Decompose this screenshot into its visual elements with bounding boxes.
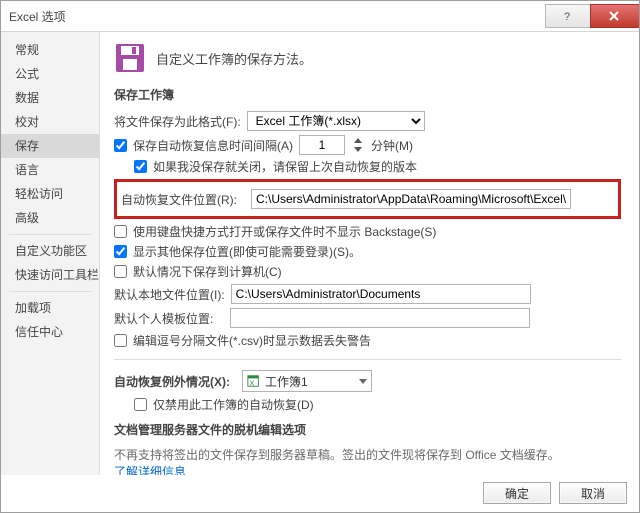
csv-warn-label: 编辑逗号分隔文件(*.csv)时显示数据丢失警告 (133, 332, 371, 349)
nav-proofing[interactable]: 校对 (1, 110, 99, 134)
ok-button[interactable]: 确定 (483, 482, 551, 504)
no-backstage-checkbox[interactable] (114, 225, 127, 238)
csv-warn-checkbox[interactable] (114, 334, 127, 347)
keep-last-checkbox[interactable] (134, 160, 147, 173)
section-save-title: 保存工作簿 (114, 86, 621, 103)
nav-save[interactable]: 保存 (1, 134, 99, 158)
nav-language[interactable]: 语言 (1, 158, 99, 182)
nav-separator-2 (9, 291, 91, 292)
default-local-loc-label: 默认本地文件位置(I): (114, 286, 225, 303)
nav-customize-ribbon[interactable]: 自定义功能区 (1, 239, 99, 263)
format-label: 将文件保存为此格式(F): (114, 113, 241, 130)
default-local-loc-input[interactable] (231, 284, 531, 304)
spinner-down-icon[interactable] (351, 145, 365, 154)
main-panel: 自定义工作簿的保存方法。 保存工作簿 将文件保存为此格式(F): Excel 工… (100, 32, 639, 475)
keep-last-label: 如果我没保存就关闭，请保留上次自动恢复的版本 (153, 158, 417, 175)
default-local-checkbox[interactable] (114, 265, 127, 278)
nav-ease[interactable]: 轻松访问 (1, 182, 99, 206)
highlight-box: 自动恢复文件位置(R): (114, 179, 621, 219)
svg-text:X: X (250, 380, 255, 387)
nav-advanced[interactable]: 高级 (1, 206, 99, 230)
autorecover-loc-input[interactable] (251, 189, 571, 209)
workbook-icon: X (247, 374, 261, 388)
default-template-loc-label: 默认个人模板位置: (114, 310, 224, 327)
nav-addins[interactable]: 加载项 (1, 296, 99, 320)
nav-general[interactable]: 常规 (1, 38, 99, 62)
autosave-label: 保存自动恢复信息时间间隔(A) (133, 137, 293, 154)
autosave-checkbox[interactable] (114, 139, 127, 152)
offline-section-title: 文档管理服务器文件的脱机编辑选项 (114, 421, 621, 438)
svg-text:?: ? (564, 11, 570, 21)
show-other-loc-label: 显示其他保存位置(即使可能需要登录)(S)。 (133, 243, 361, 260)
autorecover-loc-label: 自动恢复文件位置(R): (121, 191, 245, 208)
format-select[interactable]: Excel 工作簿(*.xlsx) (247, 111, 425, 131)
show-other-loc-checkbox[interactable] (114, 245, 127, 258)
sidebar: 常规 公式 数据 校对 保存 语言 轻松访问 高级 自定义功能区 快速访问工具栏… (1, 32, 100, 475)
cancel-button[interactable]: 取消 (559, 482, 627, 504)
workbook-name: 工作簿1 (265, 373, 308, 390)
chevron-down-icon (359, 379, 367, 384)
page-title: 自定义工作簿的保存方法。 (156, 49, 312, 68)
nav-trust[interactable]: 信任中心 (1, 320, 99, 344)
window-title: Excel 选项 (9, 8, 545, 25)
help-button[interactable]: ? (545, 4, 591, 28)
exceptions-title: 自动恢复例外情况(X): (114, 373, 230, 390)
offline-note: 不再支持将签出的文件保存到服务器草稿。签出的文件现将保存到 Office 文档缓… (114, 446, 621, 463)
autosave-minutes-input[interactable] (299, 135, 345, 155)
nav-qat[interactable]: 快速访问工具栏 (1, 263, 99, 287)
learn-more-link[interactable]: 了解详细信息 (114, 465, 186, 475)
workbook-select[interactable]: X 工作簿1 (242, 370, 372, 392)
default-template-loc-input[interactable] (230, 308, 530, 328)
close-button[interactable] (590, 4, 640, 28)
titlebar: Excel 选项 ? (1, 1, 639, 32)
no-backstage-label: 使用键盘快捷方式打开或保存文件时不显示 Backstage(S) (133, 223, 436, 240)
disable-autorecover-checkbox[interactable] (134, 398, 147, 411)
nav-data[interactable]: 数据 (1, 86, 99, 110)
nav-separator (9, 234, 91, 235)
spinner-up-icon[interactable] (351, 136, 365, 145)
nav-formulas[interactable]: 公式 (1, 62, 99, 86)
default-local-label: 默认情况下保存到计算机(C) (133, 263, 282, 280)
minutes-label: 分钟(M) (371, 137, 413, 154)
disable-autorecover-label: 仅禁用此工作簿的自动恢复(D) (153, 396, 314, 413)
save-icon (114, 42, 146, 74)
